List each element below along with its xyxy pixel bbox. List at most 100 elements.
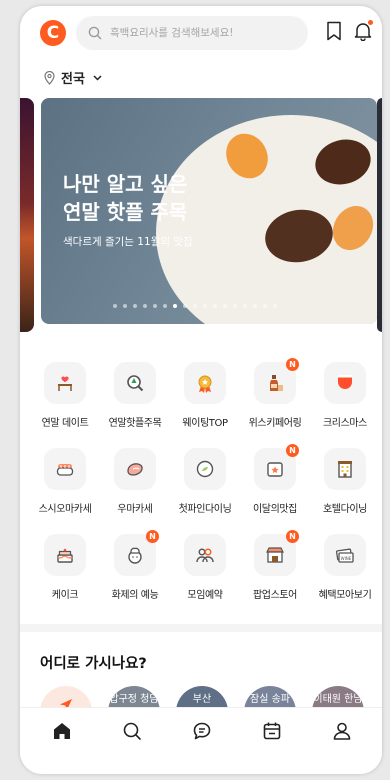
carousel-dot[interactable]: [223, 304, 227, 308]
carousel-dot[interactable]: [143, 304, 147, 308]
carousel-dot[interactable]: [163, 304, 167, 308]
category-label: 이달의맛집: [252, 504, 297, 515]
group-icon: [184, 534, 226, 576]
carousel-dot[interactable]: [153, 304, 157, 308]
banner-title-line2: 연말 핫플 주목: [63, 200, 188, 224]
where-section-title: 어디로 가시나요?: [40, 656, 147, 672]
category-item[interactable]: 크리스마스: [309, 362, 381, 429]
category-item[interactable]: 모임예약: [169, 534, 241, 601]
app-logo[interactable]: C: [40, 20, 66, 46]
search-input[interactable]: [108, 26, 302, 40]
search-bar[interactable]: [76, 16, 308, 50]
carousel-dot[interactable]: [173, 304, 177, 308]
category-item[interactable]: 호텔다이닝: [309, 448, 381, 515]
calendar-icon: [263, 722, 281, 740]
magnifier-tree-icon: [114, 362, 156, 404]
category-item[interactable]: N 화제의 예능: [99, 530, 171, 601]
svg-text:WINE: WINE: [341, 556, 352, 561]
top-bar: C: [20, 6, 382, 58]
banner-title-line1: 나만 알고 싶은: [63, 172, 188, 196]
category-label: 모임예약: [187, 590, 223, 601]
carousel-dot[interactable]: [263, 304, 267, 308]
category-item[interactable]: 연말핫플주목: [99, 362, 171, 429]
notification-dot: [368, 20, 373, 25]
new-badge: N: [146, 530, 159, 543]
category-label: 웨이팅TOP: [182, 418, 228, 429]
new-badge: N: [286, 358, 299, 371]
sushi-icon: [44, 448, 86, 490]
steak-icon: [114, 448, 156, 490]
nav-my[interactable]: [322, 720, 362, 760]
carousel-dot[interactable]: [203, 304, 207, 308]
heart-table-icon: [44, 362, 86, 404]
search-icon: [123, 722, 141, 740]
banner-next-peek[interactable]: [377, 98, 382, 332]
banner-carousel[interactable]: 나만 알고 싶은 연말 핫플 주목 색다르게 즐기는 11월의 맛집: [20, 98, 382, 332]
category-label: 케이크: [51, 590, 79, 601]
location-pin-icon: [44, 70, 55, 85]
category-label: 위스키페어링: [248, 418, 302, 429]
fine-dining-plate-icon: [184, 448, 226, 490]
bookmark-button[interactable]: [326, 21, 342, 45]
category-item[interactable]: WINE 혜택모아보기: [309, 534, 381, 601]
nav-home[interactable]: [42, 720, 82, 760]
banner-slide[interactable]: 나만 알고 싶은 연말 핫플 주목 색다르게 즐기는 11월의 맛집: [41, 98, 377, 324]
carousel-pagination: [113, 304, 277, 308]
category-item[interactable]: 케이크: [29, 534, 101, 601]
category-label: 크리스마스: [322, 418, 367, 429]
bottom-nav: [20, 708, 382, 774]
carousel-dot[interactable]: [113, 304, 117, 308]
category-item[interactable]: 웨이팅TOP: [169, 362, 241, 429]
category-label: 스시오마카세: [38, 504, 92, 515]
christmas-icon: [324, 362, 366, 404]
section-divider: [20, 624, 382, 632]
category-label: 화제의 예능: [111, 590, 159, 601]
banner-subtitle: 색다르게 즐기는 11월의 맛집: [63, 236, 193, 248]
search-icon: [88, 26, 102, 40]
carousel-dot[interactable]: [133, 304, 137, 308]
whisky-bottle-icon: N: [254, 358, 299, 404]
chat-icon: [193, 722, 211, 740]
popup-store-icon: N: [254, 530, 299, 576]
category-label: 첫파인다이닝: [178, 504, 232, 515]
carousel-dot[interactable]: [193, 304, 197, 308]
category-item[interactable]: N 이달의맛집: [239, 444, 311, 515]
category-label: 팝업스토어: [252, 590, 297, 601]
carousel-dot[interactable]: [273, 304, 277, 308]
carousel-dot[interactable]: [183, 304, 187, 308]
new-badge: N: [286, 444, 299, 457]
banner-prev-peek[interactable]: [20, 98, 34, 332]
app-screen: C 전국: [20, 6, 382, 774]
calendar-star-icon: N: [254, 444, 299, 490]
chevron-down-icon: [93, 74, 102, 81]
category-item[interactable]: 우마카세: [99, 448, 171, 515]
category-item[interactable]: N 위스키페어링: [239, 358, 311, 429]
category-item[interactable]: 연말 데이트: [29, 362, 101, 429]
location-label: 전국: [61, 72, 85, 87]
category-label: 혜택모아보기: [318, 590, 372, 601]
location-selector[interactable]: 전국: [44, 68, 102, 87]
category-item[interactable]: N 팝업스토어: [239, 530, 311, 601]
nav-chat[interactable]: [182, 720, 222, 760]
category-label: 연말 데이트: [41, 418, 89, 429]
coupon-icon: WINE: [324, 534, 366, 576]
bookmark-icon: [327, 21, 341, 41]
notification-button[interactable]: [354, 20, 373, 45]
nav-search[interactable]: [112, 720, 152, 760]
nav-reservations[interactable]: [252, 720, 292, 760]
cake-icon: [44, 534, 86, 576]
carousel-dot[interactable]: [253, 304, 257, 308]
medal-icon: [184, 362, 226, 404]
hotel-icon: [324, 448, 366, 490]
category-item[interactable]: 스시오마카세: [29, 448, 101, 515]
category-label: 연말핫플주목: [108, 418, 162, 429]
carousel-dot[interactable]: [213, 304, 217, 308]
carousel-dot[interactable]: [233, 304, 237, 308]
user-icon: [333, 722, 351, 740]
carousel-dot[interactable]: [243, 304, 247, 308]
category-label: 우마카세: [117, 504, 153, 515]
category-item[interactable]: 첫파인다이닝: [169, 448, 241, 515]
new-badge: N: [286, 530, 299, 543]
chef-icon: N: [114, 530, 159, 576]
carousel-dot[interactable]: [123, 304, 127, 308]
